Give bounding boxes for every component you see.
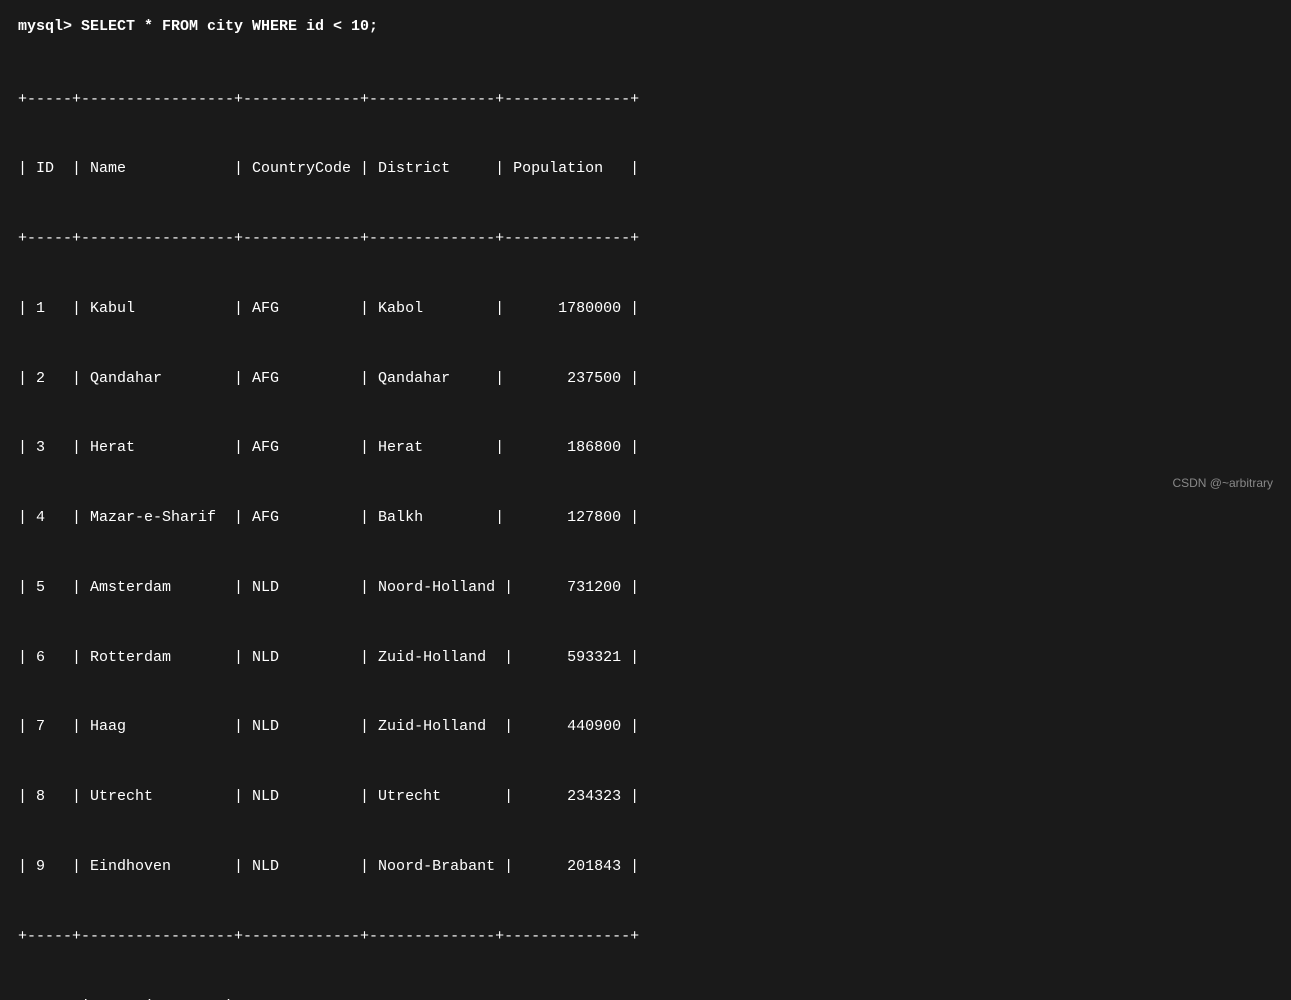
header-row: | ID | Name | CountryCode | District | P…: [18, 157, 1267, 180]
data-row-6: | 6 | Rotterdam | NLD | Zuid-Holland | 5…: [18, 646, 1267, 669]
data-row-8: | 8 | Utrecht | NLD | Utrecht | 234323 |: [18, 785, 1267, 808]
sql-command: mysql> SELECT * FROM city WHERE id < 10;: [18, 18, 1267, 35]
sql-output: +-----+-----------------+-------------+-…: [18, 41, 1267, 994]
terminal-container: mysql> SELECT * FROM city WHERE id < 10;…: [18, 18, 1267, 1000]
result-summary: 9 rows in set (0.00 sec): [18, 998, 1267, 1000]
watermark-text: CSDN @~arbitrary: [1172, 476, 1273, 490]
data-row-1: | 1 | Kabul | AFG | Kabol | 1780000 |: [18, 297, 1267, 320]
data-row-7: | 7 | Haag | NLD | Zuid-Holland | 440900…: [18, 715, 1267, 738]
top-separator: +-----+-----------------+-------------+-…: [18, 88, 1267, 111]
data-row-5: | 5 | Amsterdam | NLD | Noord-Holland | …: [18, 576, 1267, 599]
data-row-9: | 9 | Eindhoven | NLD | Noord-Brabant | …: [18, 855, 1267, 878]
bottom-separator: +-----+-----------------+-------------+-…: [18, 925, 1267, 948]
data-row-4: | 4 | Mazar-e-Sharif | AFG | Balkh | 127…: [18, 506, 1267, 529]
header-separator: +-----+-----------------+-------------+-…: [18, 227, 1267, 250]
data-row-3: | 3 | Herat | AFG | Herat | 186800 |: [18, 436, 1267, 459]
data-row-2: | 2 | Qandahar | AFG | Qandahar | 237500…: [18, 367, 1267, 390]
